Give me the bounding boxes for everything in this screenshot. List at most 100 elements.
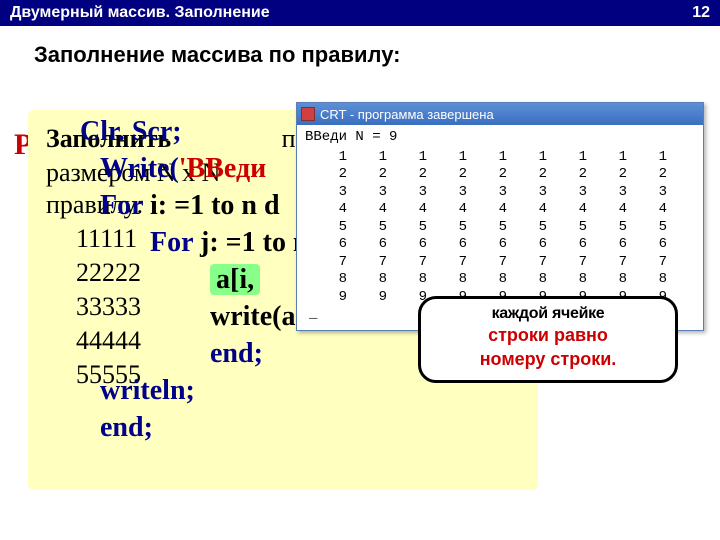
crt-cell: 7 <box>439 254 479 272</box>
crt-cell: 9 <box>359 289 399 307</box>
bubble-line-2: номеру строки. <box>429 349 667 370</box>
crt-cell: 6 <box>319 236 359 254</box>
code-write-str: 'ВВеди <box>179 153 267 184</box>
crt-cell: 4 <box>439 201 479 219</box>
code-end2: end; <box>100 410 394 447</box>
crt-cell: 1 <box>359 149 399 167</box>
section-subtitle: Заполнение массива по правилу: <box>0 28 720 76</box>
crt-cell: 3 <box>479 184 519 202</box>
callout-bubble: каждой ячейке строки равно номеру строки… <box>418 296 678 383</box>
crt-title-text: CRT - программа завершена <box>320 107 494 122</box>
crt-cell: 2 <box>399 166 439 184</box>
crt-cell: 1 <box>639 149 679 167</box>
crt-cell: 8 <box>439 271 479 289</box>
crt-cell: 6 <box>559 236 599 254</box>
code-for-i-kw: For <box>100 190 143 221</box>
crt-app-icon <box>301 107 315 121</box>
crt-cell: 6 <box>439 236 479 254</box>
crt-row: 333333333 <box>319 184 679 202</box>
crt-row: 555555555 <box>319 219 679 237</box>
crt-cell: 3 <box>519 184 559 202</box>
crt-cell: 5 <box>519 219 559 237</box>
crt-cell: 3 <box>559 184 599 202</box>
code-end1: end; <box>210 336 394 373</box>
crt-titlebar: CRT - программа завершена <box>297 103 703 125</box>
crt-cell: 8 <box>319 271 359 289</box>
crt-cell: 3 <box>359 184 399 202</box>
crt-cell: 1 <box>439 149 479 167</box>
code-writeln: writeln; <box>100 373 394 410</box>
code-for-j-rest: j: =1 to n <box>193 227 309 258</box>
crt-cell: 2 <box>559 166 599 184</box>
crt-cell: 8 <box>559 271 599 289</box>
code-for-i-rest: i: =1 to n d <box>143 190 280 221</box>
code-write-kw: Write( <box>100 153 179 184</box>
crt-cell: 4 <box>319 201 359 219</box>
crt-cell: 4 <box>479 201 519 219</box>
crt-cell: 8 <box>599 271 639 289</box>
crt-cell: 1 <box>479 149 519 167</box>
slide-header: Двумерный массив. Заполнение 12 <box>0 0 720 28</box>
crt-cell: 5 <box>559 219 599 237</box>
crt-cell: 5 <box>399 219 439 237</box>
crt-cell: 7 <box>519 254 559 272</box>
crt-cell: 3 <box>319 184 359 202</box>
bubble-top-line: каждой ячейке <box>429 305 667 323</box>
crt-cell: 1 <box>319 149 359 167</box>
crt-cell: 8 <box>479 271 519 289</box>
crt-prompt: ВВеди N = 9 <box>305 129 695 147</box>
crt-cell: 5 <box>319 219 359 237</box>
crt-cell: 4 <box>399 201 439 219</box>
crt-row: 888888888 <box>319 271 679 289</box>
crt-cell: 8 <box>359 271 399 289</box>
crt-cell: 1 <box>519 149 559 167</box>
crt-cell: 2 <box>639 166 679 184</box>
slide-page-number: 12 <box>692 4 710 22</box>
crt-cell: 6 <box>399 236 439 254</box>
crt-cell: 4 <box>559 201 599 219</box>
crt-row: 444444444 <box>319 201 679 219</box>
crt-cell: 7 <box>319 254 359 272</box>
crt-cell: 8 <box>639 271 679 289</box>
crt-cell: 1 <box>559 149 599 167</box>
code-for-j-kw: For <box>150 227 193 258</box>
crt-cell: 8 <box>399 271 439 289</box>
crt-cell: 3 <box>639 184 679 202</box>
crt-cell: 4 <box>359 201 399 219</box>
crt-cell: 2 <box>439 166 479 184</box>
crt-cell: 3 <box>439 184 479 202</box>
crt-cell: 2 <box>519 166 559 184</box>
slide-title: Двумерный массив. Заполнение <box>10 4 270 22</box>
crt-cell: 5 <box>639 219 679 237</box>
crt-cell: 6 <box>479 236 519 254</box>
crt-cell: 9 <box>319 289 359 307</box>
crt-cell: 7 <box>559 254 599 272</box>
crt-cell: 2 <box>599 166 639 184</box>
crt-row: 777777777 <box>319 254 679 272</box>
crt-cell: 2 <box>479 166 519 184</box>
crt-cell: 3 <box>599 184 639 202</box>
crt-cell: 4 <box>519 201 559 219</box>
crt-cell: 6 <box>639 236 679 254</box>
crt-cell: 7 <box>639 254 679 272</box>
crt-cell: 2 <box>319 166 359 184</box>
crt-cell: 6 <box>599 236 639 254</box>
crt-cell: 4 <box>639 201 679 219</box>
crt-cell: 7 <box>359 254 399 272</box>
crt-cell: 5 <box>439 219 479 237</box>
crt-cell: 7 <box>599 254 639 272</box>
crt-output-table: 1111111112222222223333333334444444445555… <box>319 149 679 307</box>
crt-cell: 4 <box>599 201 639 219</box>
crt-row: 666666666 <box>319 236 679 254</box>
crt-cell: 5 <box>599 219 639 237</box>
crt-cell: 2 <box>359 166 399 184</box>
code-assign-hl: a[i, <box>210 264 260 295</box>
crt-row: 111111111 <box>319 149 679 167</box>
crt-cell: 8 <box>519 271 559 289</box>
crt-cell: 1 <box>599 149 639 167</box>
crt-cell: 3 <box>399 184 439 202</box>
bubble-line-1: строки равно <box>429 325 667 346</box>
crt-cell: 7 <box>479 254 519 272</box>
crt-cell: 1 <box>399 149 439 167</box>
crt-row: 222222222 <box>319 166 679 184</box>
